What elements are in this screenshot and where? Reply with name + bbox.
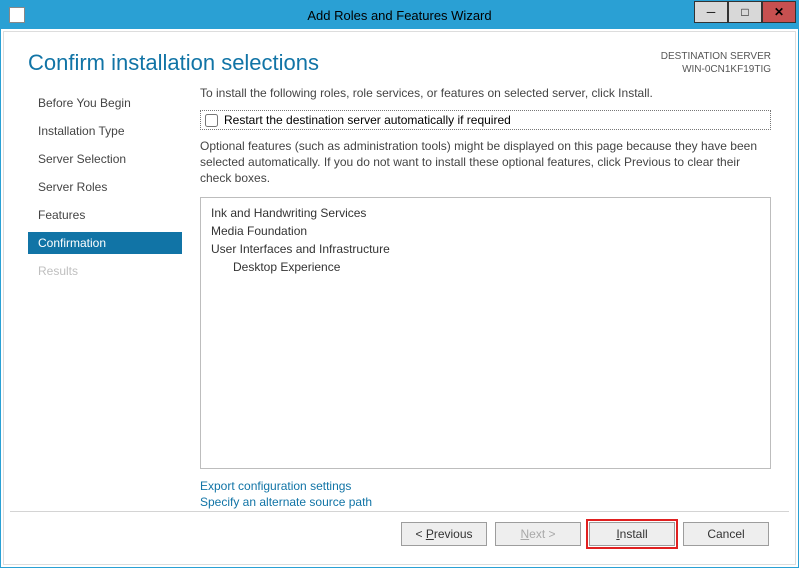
sidebar-item-results: Results bbox=[28, 260, 182, 282]
optional-note: Optional features (such as administratio… bbox=[200, 138, 771, 187]
next-button: Next > bbox=[495, 522, 581, 546]
main-panel: To install the following roles, role ser… bbox=[200, 86, 771, 511]
restart-checkbox[interactable] bbox=[205, 114, 218, 127]
sidebar-item-server-roles[interactable]: Server Roles bbox=[28, 176, 182, 198]
list-item: User Interfaces and Infrastructure bbox=[211, 242, 760, 256]
sidebar-item-confirmation[interactable]: Confirmation bbox=[28, 232, 182, 254]
sidebar-item-features[interactable]: Features bbox=[28, 204, 182, 226]
cancel-button[interactable]: Cancel bbox=[683, 522, 769, 546]
previous-button[interactable]: < Previous bbox=[401, 522, 487, 546]
sidebar-item-installation-type[interactable]: Installation Type bbox=[28, 120, 182, 142]
page-title: Confirm installation selections bbox=[28, 50, 319, 76]
destination-info: DESTINATION SERVER WIN-0CN1KF19TIG bbox=[661, 50, 771, 76]
wizard-window: Add Roles and Features Wizard ─ □ ✕ Conf… bbox=[0, 0, 799, 568]
feature-list: Ink and Handwriting Services Media Found… bbox=[200, 197, 771, 469]
minimize-button[interactable]: ─ bbox=[694, 1, 728, 23]
sidebar: Before You Begin Installation Type Serve… bbox=[28, 86, 182, 511]
sidebar-item-before-you-begin[interactable]: Before You Begin bbox=[28, 92, 182, 114]
restart-checkbox-label: Restart the destination server automatic… bbox=[224, 113, 511, 127]
destination-server: WIN-0CN1KF19TIG bbox=[661, 63, 771, 76]
destination-label: DESTINATION SERVER bbox=[661, 50, 771, 63]
body-row: Before You Begin Installation Type Serve… bbox=[10, 86, 789, 511]
list-item: Ink and Handwriting Services bbox=[211, 206, 760, 220]
alternate-source-link[interactable]: Specify an alternate source path bbox=[200, 495, 771, 509]
install-button[interactable]: Install bbox=[589, 522, 675, 546]
sidebar-item-server-selection[interactable]: Server Selection bbox=[28, 148, 182, 170]
links: Export configuration settings Specify an… bbox=[200, 479, 771, 511]
export-config-link[interactable]: Export configuration settings bbox=[200, 479, 771, 493]
titlebar: Add Roles and Features Wizard ─ □ ✕ bbox=[1, 1, 798, 29]
list-item: Media Foundation bbox=[211, 224, 760, 238]
window-title: Add Roles and Features Wizard bbox=[1, 8, 798, 23]
content-area: Confirm installation selections DESTINAT… bbox=[3, 31, 796, 565]
install-instruction: To install the following roles, role ser… bbox=[200, 86, 771, 100]
restart-checkbox-row[interactable]: Restart the destination server automatic… bbox=[200, 110, 771, 130]
window-controls: ─ □ ✕ bbox=[694, 1, 798, 29]
maximize-button[interactable]: □ bbox=[728, 1, 762, 23]
app-icon bbox=[9, 7, 25, 23]
footer: < Previous Next > Install Cancel bbox=[10, 511, 789, 560]
list-item: Desktop Experience bbox=[211, 260, 760, 274]
close-button[interactable]: ✕ bbox=[762, 1, 796, 23]
header-row: Confirm installation selections DESTINAT… bbox=[10, 36, 789, 86]
